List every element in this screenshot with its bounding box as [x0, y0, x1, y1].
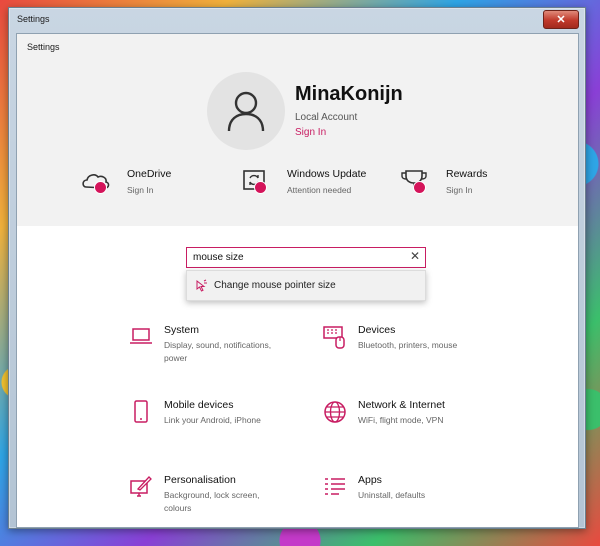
service-status: Sign In: [446, 185, 473, 195]
service-status: Attention needed: [287, 185, 352, 195]
category-name: Apps: [358, 474, 382, 486]
settings-window: Settings ✕ Settings MinaKonijn Local Acc…: [8, 7, 586, 529]
category-system[interactable]: System Display, sound, notifications, po…: [128, 324, 318, 378]
category-name: Network & Internet: [358, 399, 445, 411]
devices-icon: [323, 326, 345, 349]
account-name: MinaKonijn: [295, 83, 403, 105]
phone-icon: [134, 400, 148, 423]
search-suggestion[interactable]: Change mouse pointer size: [186, 270, 426, 301]
service-status: Sign In: [127, 185, 154, 195]
laptop-icon: [130, 328, 152, 344]
globe-icon: [324, 401, 346, 423]
search-input[interactable]: [187, 248, 403, 266]
category-description: Uninstall, defaults: [358, 490, 426, 500]
suggestion-label: Change mouse pointer size: [214, 280, 336, 291]
category-personalisation[interactable]: Personalisation Background, lock screen,…: [128, 474, 318, 527]
category-description: Link your Android, iPhone: [164, 415, 261, 425]
onedrive-badge: [94, 181, 107, 194]
title-bar[interactable]: Settings ✕: [9, 8, 585, 33]
category-name: Devices: [358, 324, 396, 336]
settings-client: Settings MinaKonijn Local Account Sign I…: [16, 33, 579, 528]
category-mobile-devices[interactable]: Mobile devices Link your Android, iPhone: [128, 399, 318, 453]
user-icon: [227, 91, 265, 132]
service-name: OneDrive: [127, 168, 172, 180]
category-name: System: [164, 324, 200, 336]
account-type: Local Account: [295, 112, 358, 123]
mouse-pointer-icon: [196, 279, 207, 292]
service-name: Rewards: [446, 168, 488, 180]
window-title: Settings: [17, 14, 50, 24]
paint-icon: [130, 476, 152, 497]
category-description: Bluetooth, printers, mouse: [358, 340, 458, 350]
service-name: Windows Update: [287, 168, 367, 180]
apps-list-icon: [325, 478, 345, 495]
category-description: Display, sound, notifications, power: [164, 340, 272, 363]
service-windows-update[interactable]: Windows Update Attention needed: [241, 167, 391, 203]
avatar[interactable]: [207, 72, 285, 150]
rewards-badge: [413, 181, 426, 194]
service-onedrive[interactable]: OneDrive Sign In: [81, 167, 231, 203]
category-devices[interactable]: Devices Bluetooth, printers, mouse: [322, 324, 512, 378]
clear-icon[interactable]: ✕: [410, 249, 420, 263]
category-name: Mobile devices: [164, 399, 234, 411]
account-header: Settings MinaKonijn Local Account Sign I…: [17, 34, 578, 226]
category-network[interactable]: Network & Internet WiFi, flight mode, VP…: [322, 399, 512, 453]
category-description: Background, lock screen, colours: [164, 490, 260, 513]
category-apps[interactable]: Apps Uninstall, defaults: [322, 474, 512, 527]
category-name: Personalisation: [164, 474, 236, 486]
close-icon: ✕: [556, 14, 566, 26]
close-button[interactable]: ✕: [543, 10, 579, 29]
update-badge: [254, 181, 267, 194]
search-box[interactable]: ✕: [186, 247, 426, 268]
account-signin-link[interactable]: Sign In: [295, 127, 326, 138]
service-rewards[interactable]: Rewards Sign In: [400, 167, 550, 203]
category-description: WiFi, flight mode, VPN: [358, 415, 444, 425]
app-title: Settings: [27, 42, 60, 52]
